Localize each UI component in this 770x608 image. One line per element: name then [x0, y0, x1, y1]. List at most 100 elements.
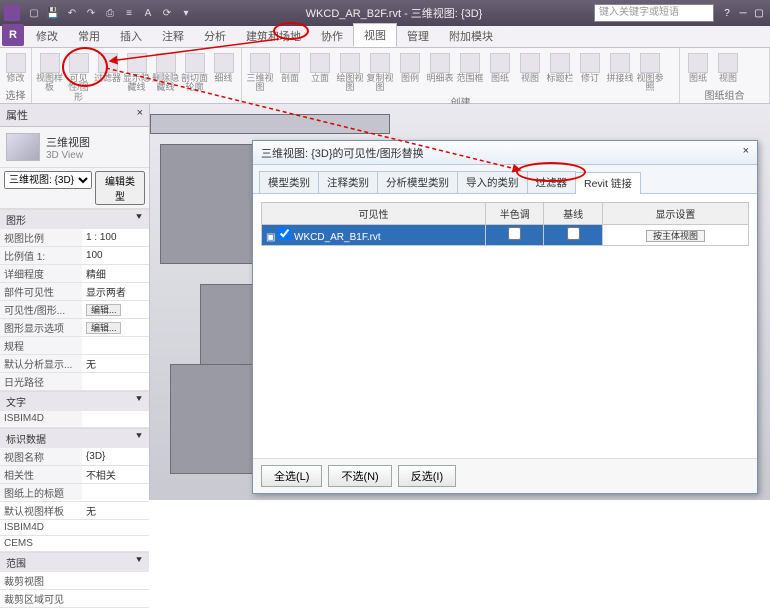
dtab-model[interactable]: 模型类别 [259, 171, 319, 193]
drafting-button[interactable]: 绘图视图 [336, 50, 364, 93]
prop-value[interactable]: 不相关 [82, 465, 149, 483]
visibility-graphics-button[interactable]: 可见性/图形 [65, 50, 92, 102]
prop-value[interactable]: 无 [82, 355, 149, 373]
schedule-button[interactable]: 明细表 [426, 50, 454, 93]
prop-value[interactable]: 显示两者 [82, 283, 149, 301]
select-none-button[interactable]: 不选(N) [328, 465, 391, 487]
filters-button[interactable]: 过滤器 [94, 50, 121, 102]
display-settings-button[interactable]: 按主体视图 [646, 230, 705, 242]
tab-view[interactable]: 视图 [353, 23, 397, 47]
prop-value[interactable] [82, 483, 149, 501]
prop-value[interactable] [82, 535, 149, 551]
section-button[interactable]: 剖面 [276, 50, 304, 93]
dtab-analytical[interactable]: 分析模型类别 [377, 171, 458, 193]
prop-label: ISBIM4D [0, 411, 82, 427]
tab-home[interactable]: 常用 [68, 25, 110, 47]
sheetcomp-sheet-button[interactable]: 图纸 [684, 50, 712, 86]
sheetcomp-view-button[interactable]: 视图 [714, 50, 742, 86]
prop-value[interactable]: 编辑... [82, 319, 149, 337]
undo-icon[interactable]: ↶ [64, 5, 80, 21]
elevation-button[interactable]: 立面 [306, 50, 334, 93]
remove-hidden-button[interactable]: 删除隐藏线 [152, 50, 179, 102]
cut-profile-button[interactable]: 剖切面轮廓 [181, 50, 208, 102]
tab-massing[interactable]: 建筑和场地 [236, 25, 311, 47]
more-icon[interactable]: ▾ [178, 5, 194, 21]
titleblk-button[interactable]: 标题栏 [546, 50, 574, 93]
tab-insert[interactable]: 插入 [110, 25, 152, 47]
text-icon[interactable]: A [140, 5, 156, 21]
tab-manage[interactable]: 管理 [397, 25, 439, 47]
save-icon[interactable]: 💾 [45, 5, 61, 21]
tab-analyze[interactable]: 分析 [194, 25, 236, 47]
invert-select-button[interactable]: 反选(I) [398, 465, 456, 487]
print-icon[interactable]: ⎙ [102, 5, 118, 21]
sync-icon[interactable]: ⟳ [159, 5, 175, 21]
props-text-table: ISBIM4D [0, 411, 149, 428]
link-row[interactable]: ▣ WKCD_AR_B1F.rvt 按主体视图 [262, 225, 749, 246]
duplicate-button[interactable]: 复制视图 [366, 50, 394, 93]
edit-type-button[interactable]: 编辑类型 [95, 171, 145, 205]
prop-value[interactable] [82, 411, 149, 427]
links-grid[interactable]: 可见性 半色调 基线 显示设置 ▣ WKCD_AR_B1F.rvt 按主体视图 [261, 202, 749, 246]
tab-addins[interactable]: 附加模块 [439, 25, 503, 47]
open-icon[interactable]: ▢ [26, 5, 42, 21]
prop-label: 裁剪区域可见 [0, 589, 82, 607]
quick-access-toolbar: ▢ 💾 ↶ ↷ ⎙ ≡ A ⟳ ▾ [26, 5, 194, 21]
halftone-checkbox[interactable] [508, 227, 521, 240]
prop-label: 视图名称 [0, 448, 82, 466]
help-icon[interactable]: ? [720, 6, 734, 20]
3dview-button[interactable]: 三维视图 [246, 50, 274, 93]
dialog-close-icon[interactable]: × [743, 145, 749, 160]
show-hidden-button[interactable]: 显示隐藏线 [123, 50, 150, 102]
viewref-button[interactable]: 视图参照 [636, 50, 664, 93]
prop-value[interactable] [82, 519, 149, 535]
tab-modify[interactable]: 修改 [26, 25, 68, 47]
dtab-filters[interactable]: 过滤器 [527, 171, 577, 193]
modify-button[interactable]: 修改 [4, 50, 27, 86]
revision-button[interactable]: 修订 [576, 50, 604, 93]
view-button[interactable]: 视图 [516, 50, 544, 93]
dtab-revit-links[interactable]: Revit 链接 [575, 172, 641, 194]
underlay-checkbox[interactable] [567, 227, 580, 240]
search-input[interactable]: 键入关键字或短语 [594, 4, 714, 22]
scopebox-button[interactable]: 范围框 [456, 50, 484, 93]
close-panel-icon[interactable]: × [137, 107, 143, 123]
prop-value[interactable]: 无 [82, 501, 149, 519]
app-menu-button[interactable]: R [2, 24, 24, 46]
properties-title: 属性 [6, 107, 28, 123]
maximize-icon[interactable]: ▢ [752, 6, 766, 20]
matchline-button[interactable]: 拼接线 [606, 50, 634, 93]
minimize-icon[interactable]: ─ [736, 6, 750, 20]
dtab-anno[interactable]: 注释类别 [318, 171, 378, 193]
prop-value[interactable]: 100 [82, 247, 149, 265]
redo-icon[interactable]: ↷ [83, 5, 99, 21]
prop-value[interactable]: 编辑... [82, 301, 149, 319]
section-extents[interactable]: 范围 [6, 555, 26, 570]
prop-label: 比例值 1: [0, 247, 82, 265]
prop-value[interactable]: 1 : 100 [82, 229, 149, 247]
thin-lines-button[interactable]: 细线 [210, 50, 237, 102]
instance-selector[interactable]: 三维视图: {3D} [4, 171, 92, 189]
measure-icon[interactable]: ≡ [121, 5, 137, 21]
prop-value[interactable] [82, 337, 149, 355]
dtab-imported[interactable]: 导入的类别 [457, 171, 528, 193]
prop-value[interactable] [82, 373, 149, 391]
app-icon[interactable] [4, 5, 20, 21]
prop-value[interactable] [82, 572, 149, 590]
prop-value[interactable] [82, 589, 149, 607]
prop-value[interactable]: 精细 [82, 265, 149, 283]
tab-collab[interactable]: 协作 [311, 25, 353, 47]
prop-label: 裁剪视图 [0, 572, 82, 590]
legend-button[interactable]: 图例 [396, 50, 424, 93]
section-graphics[interactable]: 图形 [6, 212, 26, 227]
select-all-button[interactable]: 全选(L) [261, 465, 322, 487]
tab-annotate[interactable]: 注释 [152, 25, 194, 47]
prop-label: ISBIM4D [0, 519, 82, 535]
link-visible-checkbox[interactable] [278, 227, 291, 240]
section-text[interactable]: 文字 [6, 394, 26, 409]
sheet-button[interactable]: 图纸 [486, 50, 514, 93]
prop-value[interactable]: {3D} [82, 448, 149, 466]
expand-icon[interactable]: ▣ [266, 232, 275, 243]
view-template-button[interactable]: 视图样板 [36, 50, 63, 102]
section-identity[interactable]: 标识数据 [6, 431, 46, 446]
